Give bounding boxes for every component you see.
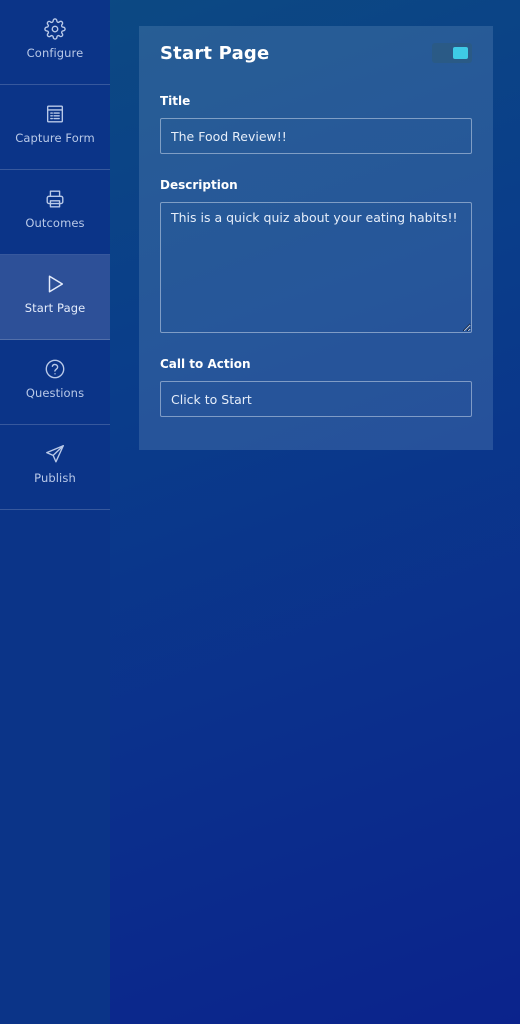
- start-page-panel: Start Page Title Description This is a q…: [139, 26, 493, 450]
- printer-icon: [44, 188, 66, 210]
- sidebar-item-questions[interactable]: Questions: [0, 340, 110, 425]
- sidebar-item-label: Questions: [25, 386, 85, 400]
- sidebar-item-label: Configure: [26, 46, 84, 60]
- title-input[interactable]: [160, 118, 472, 154]
- sidebar-item-capture-form[interactable]: Capture Form: [0, 85, 110, 170]
- question-circle-icon: [44, 358, 66, 380]
- play-icon: [44, 273, 66, 295]
- cta-input[interactable]: [160, 381, 472, 417]
- panel-header: Start Page: [160, 40, 472, 66]
- sidebar-item-label: Capture Form: [15, 131, 95, 145]
- sidebar-item-label: Outcomes: [25, 216, 85, 230]
- paper-plane-icon: [44, 443, 66, 465]
- sidebar-item-configure[interactable]: Configure: [0, 0, 110, 85]
- description-label: Description: [160, 178, 238, 192]
- start-page-toggle[interactable]: [432, 43, 472, 63]
- sidebar-item-label: Start Page: [24, 301, 86, 315]
- cta-label: Call to Action: [160, 357, 251, 371]
- title-label: Title: [160, 94, 191, 108]
- form-icon: [44, 103, 66, 125]
- sidebar-item-outcomes[interactable]: Outcomes: [0, 170, 110, 255]
- sidebar-item-label: Publish: [34, 471, 76, 485]
- page-title: Start Page: [160, 42, 270, 64]
- description-textarea[interactable]: This is a quick quiz about your eating h…: [160, 202, 472, 333]
- sidebar-nav: Configure Capture Form Outcomes Start Pa…: [0, 0, 110, 1024]
- sidebar-item-publish[interactable]: Publish: [0, 425, 110, 510]
- sidebar-item-start-page[interactable]: Start Page: [0, 255, 110, 340]
- gear-icon: [44, 18, 66, 40]
- toggle-knob: [453, 47, 468, 59]
